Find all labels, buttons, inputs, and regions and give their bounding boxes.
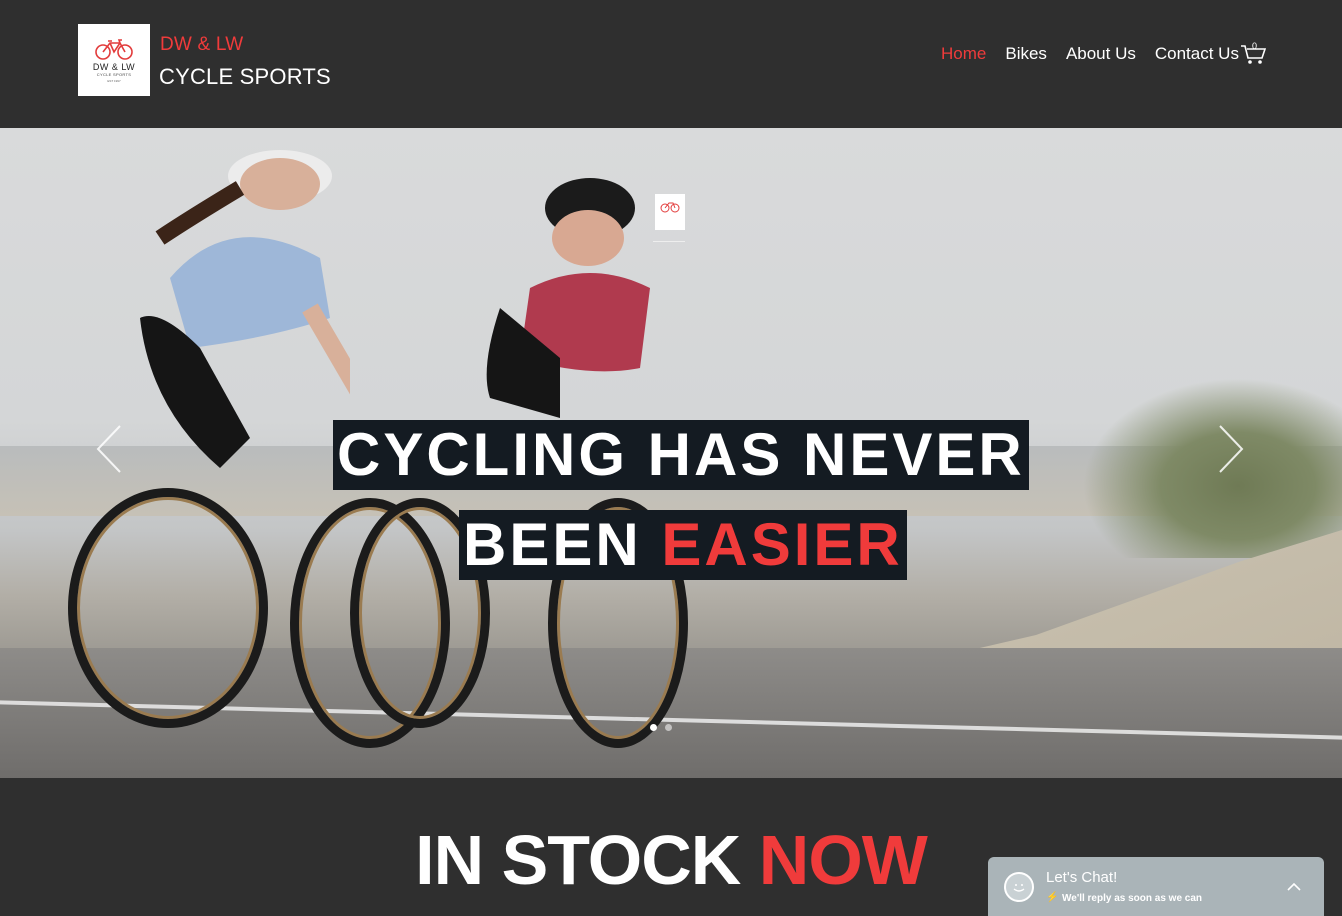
chat-toggle-button[interactable] (1286, 879, 1302, 895)
slide-dot[interactable] (665, 724, 672, 731)
hero-headline-line1: CYCLING HAS NEVER (333, 420, 1029, 490)
chevron-left-icon (96, 425, 121, 473)
site-logo[interactable]: DW & LW CYCLE SPORTS EST 1997 (78, 24, 150, 96)
hero-headline-line2: BEEN EASIER (459, 510, 907, 580)
in-stock-title-accent: NOW (758, 821, 928, 899)
chat-widget[interactable]: Let's Chat! ⚡ We'll reply as soon as we … (988, 857, 1324, 916)
hero-watermark-line (653, 241, 685, 242)
hero-headline-accent: EASIER (661, 511, 903, 578)
brand-name-line2[interactable]: CYCLE SPORTS (159, 64, 331, 90)
hero-background-grass (1082, 378, 1342, 558)
brand-name-line1[interactable]: DW & LW (160, 34, 243, 56)
logo-established: EST 1997 (107, 78, 121, 83)
slide-dot[interactable] (650, 724, 657, 731)
smiley-icon (1004, 872, 1034, 902)
hero-headline-prefix: BEEN (463, 511, 662, 578)
nav-bikes[interactable]: Bikes (1005, 44, 1047, 64)
chevron-right-icon (1219, 425, 1244, 473)
chat-subtitle: We'll reply as soon as we can (1062, 893, 1203, 904)
logo-subtext: CYCLE SPORTS (96, 71, 132, 77)
logo-text: DW & LW (92, 61, 136, 72)
nav-home[interactable]: Home (941, 44, 986, 64)
bolt-icon: ⚡ (1046, 892, 1059, 903)
cart-count: 0 (1252, 41, 1258, 51)
cart-button[interactable]: 0 (1240, 41, 1267, 66)
chevron-up-icon (1287, 882, 1301, 891)
nav-contact-us[interactable]: Contact Us (1155, 44, 1239, 64)
slideshow-pagination (650, 724, 672, 731)
slideshow-next-button[interactable] (1216, 424, 1246, 474)
hero-wheel (68, 488, 268, 728)
in-stock-title-prefix: IN STOCK (415, 821, 759, 899)
hero-watermark-logo (655, 194, 685, 230)
bicycle-icon (95, 38, 133, 60)
slideshow-prev-button[interactable] (94, 424, 124, 474)
chat-title: Let's Chat! (1046, 869, 1118, 886)
nav-about-us[interactable]: About Us (1066, 44, 1136, 64)
hero-slideshow: CYCLING HAS NEVER BEEN EASIER (0, 128, 1342, 778)
site-header: DW & LW CYCLE SPORTS EST 1997 DW & LW CY… (0, 0, 1342, 128)
main-nav: Home Bikes About Us Contact Us (941, 44, 1258, 64)
